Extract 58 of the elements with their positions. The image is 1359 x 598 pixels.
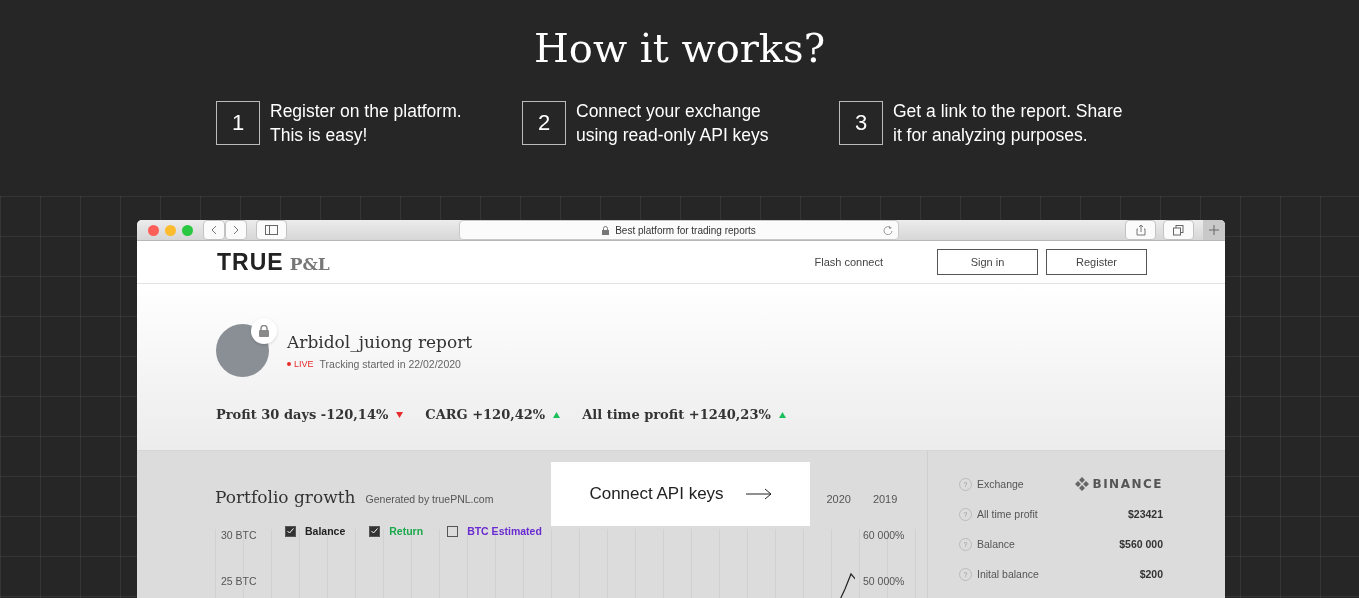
axis-label: 60 000% xyxy=(862,529,906,543)
logo: TRUE xyxy=(217,248,284,276)
logo-subtitle: P&L xyxy=(289,253,330,274)
chevron-right-icon xyxy=(233,225,239,235)
summary-label: All time profit xyxy=(977,508,1039,520)
live-badge: LIVE xyxy=(287,358,314,369)
tracking-text: Tracking started in 22/02/2020 xyxy=(319,357,461,370)
step-text: Get a link to the report. Share it for analyzing purposes. xyxy=(893,100,1123,147)
tabs-icon xyxy=(1173,224,1184,236)
axis-label: 30 BTC xyxy=(220,529,258,543)
step-number: 1 xyxy=(216,101,260,145)
chart-title: Portfolio growth xyxy=(215,487,356,507)
stat-text: All time profit +1240,23% xyxy=(582,407,786,422)
maximize-icon[interactable] xyxy=(182,224,193,236)
stat-text: CARG +120,42% xyxy=(425,407,561,422)
forward-button[interactable] xyxy=(225,220,247,240)
minimize-icon[interactable] xyxy=(165,224,176,236)
arrow-right-icon xyxy=(745,488,772,500)
sidebar-icon xyxy=(265,225,278,235)
share-button[interactable] xyxy=(1125,220,1156,240)
summary-value: $23421 xyxy=(1126,508,1163,520)
summary-value: $200 xyxy=(1138,568,1163,580)
back-button[interactable] xyxy=(203,220,225,240)
nav-link[interactable]: Flash connect xyxy=(814,256,883,268)
reload-icon[interactable] xyxy=(883,225,893,235)
year-tab[interactable]: 2020 xyxy=(826,492,851,505)
nav-button[interactable]: Sign in xyxy=(937,249,1038,275)
exchange-logo: BINANCE xyxy=(1074,477,1163,491)
connect-api-button[interactable]: Connect API keys xyxy=(551,462,810,526)
nav-button[interactable]: Register xyxy=(1046,249,1147,275)
step-text: Register on the platform. This is easy! xyxy=(270,100,462,147)
step-number: 3 xyxy=(839,101,883,145)
axis-label: 25 BTC xyxy=(220,575,258,589)
check-icon xyxy=(371,528,379,534)
share-icon xyxy=(1135,224,1146,236)
plus-icon xyxy=(1209,225,1219,235)
summary-label: Balance xyxy=(977,538,1016,550)
year-tab[interactable]: 2019 xyxy=(872,492,898,505)
axis-label: 50 000% xyxy=(862,575,906,589)
section-heading: How it works? xyxy=(533,24,826,72)
new-tab-button[interactable] xyxy=(1203,220,1225,240)
report-title: Arbidol_juiong report xyxy=(287,331,473,352)
chart-subtitle: Generated by truePNL.com xyxy=(365,492,494,505)
legend-checkbox[interactable]: Balance xyxy=(285,525,346,537)
stat-text: Profit 30 days -120,14% xyxy=(216,407,404,422)
summary-value: $560 000 xyxy=(1118,538,1163,550)
summary-label: Exchange xyxy=(977,478,1025,490)
step-text: Connect your exchange using read-only API keys xyxy=(576,100,769,147)
address-bar[interactable]: Best platform for trading reports xyxy=(459,220,899,240)
close-icon[interactable] xyxy=(148,224,159,236)
check-icon xyxy=(287,528,294,534)
summary-label: Inital balance xyxy=(977,568,1040,580)
lock-icon xyxy=(602,225,610,235)
step-number: 2 xyxy=(522,101,566,145)
legend-checkbox[interactable]: BTC Estimated xyxy=(447,525,542,537)
sidebar-button[interactable] xyxy=(256,220,287,240)
tabs-button[interactable] xyxy=(1163,220,1194,240)
chevron-left-icon xyxy=(211,225,217,235)
